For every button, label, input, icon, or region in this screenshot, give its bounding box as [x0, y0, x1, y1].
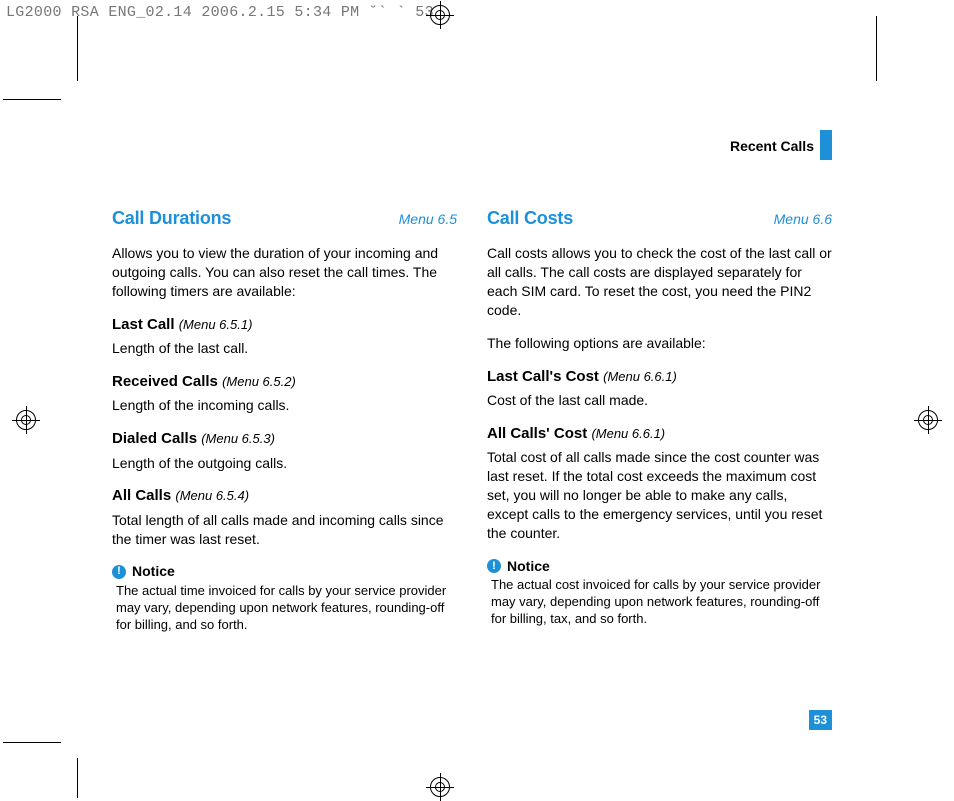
sub-heading: All Calls' Cost — [487, 425, 587, 442]
sub-heading: Received Calls — [112, 373, 218, 390]
sub-heading: Last Call's Cost — [487, 368, 599, 385]
crop-mark — [3, 99, 61, 100]
notice-text: The actual time invoiced for calls by yo… — [116, 583, 457, 634]
page-content: Recent Calls Call Durations Menu 6.5 All… — [112, 138, 832, 634]
page-number: 53 — [809, 710, 832, 730]
registration-mark — [426, 1, 454, 29]
column-right: Call Costs Menu 6.6 Call costs allows yo… — [487, 206, 832, 634]
section-title: Call Costs — [487, 206, 573, 230]
notice-label: Notice — [132, 562, 175, 581]
print-header: LG2000 RSA ENG_02.14 2006.2.15 5:34 PM ˘… — [6, 4, 434, 21]
sub-heading: Dialed Calls — [112, 430, 197, 447]
notice-label: Notice — [507, 557, 550, 576]
sub-heading: Last Call — [112, 316, 175, 333]
crop-mark — [77, 758, 78, 798]
running-head: Recent Calls — [730, 138, 814, 154]
body-text: Length of the last call. — [112, 339, 457, 358]
body-text: Cost of the last call made. — [487, 391, 832, 410]
section-title: Call Durations — [112, 206, 231, 230]
body-text: Length of the outgoing calls. — [112, 454, 457, 473]
body-text: Length of the incoming calls. — [112, 396, 457, 415]
column-left: Call Durations Menu 6.5 Allows you to vi… — [112, 206, 457, 634]
menu-ref: (Menu 6.5.3) — [201, 431, 275, 446]
menu-ref: (Menu 6.6.1) — [603, 369, 677, 384]
crop-mark — [77, 16, 78, 81]
crop-mark — [3, 742, 61, 743]
crop-mark — [876, 16, 877, 81]
registration-mark — [914, 406, 942, 434]
notice-text: The actual cost invoiced for calls by yo… — [491, 577, 832, 628]
sub-heading: All Calls — [112, 487, 171, 504]
body-text: Call costs allows you to check the cost … — [487, 244, 832, 320]
notice-icon: ! — [487, 559, 501, 573]
registration-mark — [426, 773, 454, 801]
menu-ref: Menu 6.6 — [774, 210, 832, 229]
registration-mark — [12, 406, 40, 434]
menu-ref: (Menu 6.5.2) — [222, 374, 296, 389]
body-text: The following options are available: — [487, 334, 832, 353]
body-text: Total length of all calls made and incom… — [112, 511, 457, 549]
notice-icon: ! — [112, 565, 126, 579]
body-text: Allows you to view the duration of your … — [112, 244, 457, 301]
menu-ref: (Menu 6.6.1) — [591, 426, 665, 441]
menu-ref: Menu 6.5 — [399, 210, 457, 229]
body-text: Total cost of all calls made since the c… — [487, 448, 832, 542]
menu-ref: (Menu 6.5.1) — [179, 317, 253, 332]
section-tab — [820, 130, 832, 160]
menu-ref: (Menu 6.5.4) — [175, 488, 249, 503]
